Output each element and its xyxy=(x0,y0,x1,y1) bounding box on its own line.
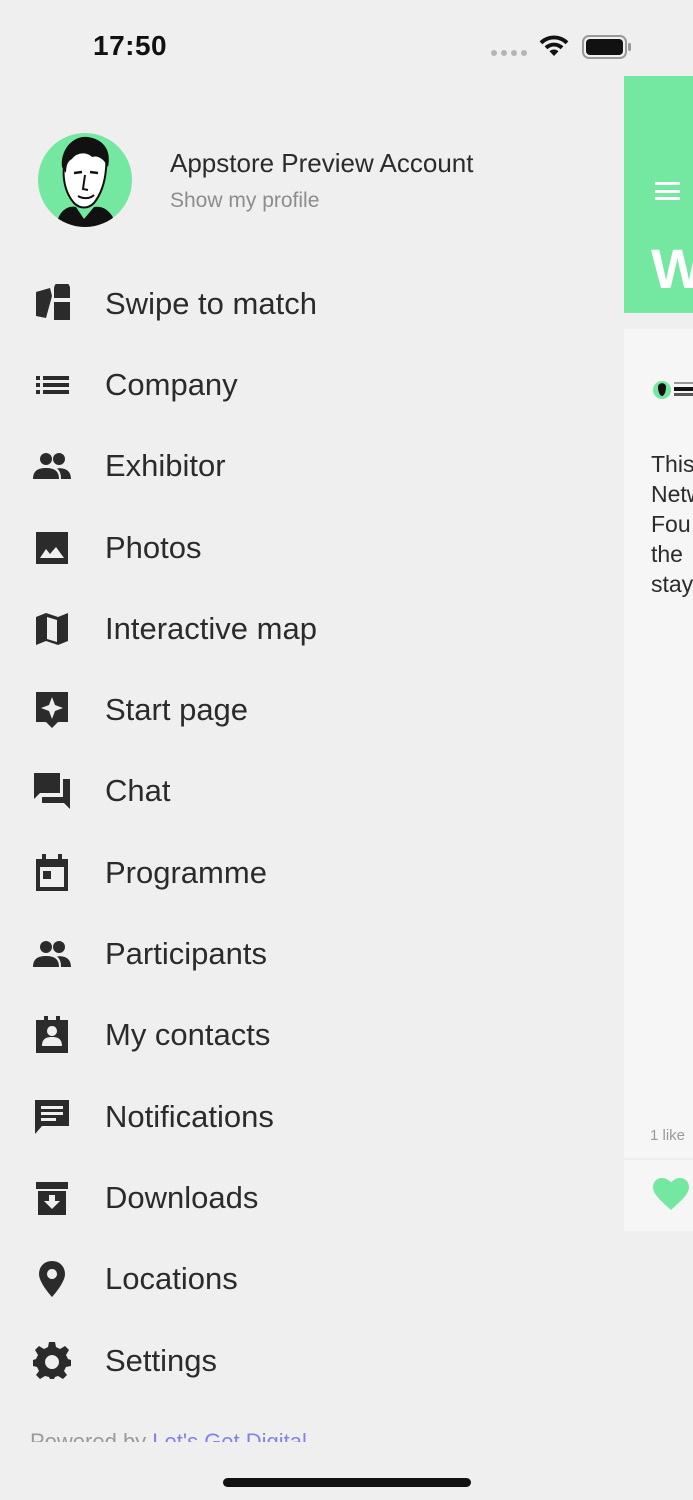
post-text: This Netw Fou the stay xyxy=(651,449,693,599)
powered-by-text: Powered by xyxy=(30,1429,153,1442)
profile-name: Appstore Preview Account xyxy=(170,147,474,178)
battery-icon xyxy=(582,35,631,59)
menu-item-exhibitor[interactable]: Exhibitor xyxy=(0,426,624,507)
menu-item-start-page[interactable]: Start page xyxy=(0,669,624,750)
menu-label: Programme xyxy=(105,854,267,890)
post-card: This Netw Fou the stay 1 like xyxy=(624,329,693,1231)
drawer-menu: Swipe to match Company Exhibitor Photos … xyxy=(0,263,624,1401)
menu-item-programme[interactable]: Programme xyxy=(0,832,624,913)
message-icon xyxy=(31,1096,73,1138)
gear-icon xyxy=(31,1340,73,1382)
calendar-icon xyxy=(31,852,73,894)
menu-label: Company xyxy=(105,366,238,402)
heart-icon[interactable] xyxy=(652,1177,690,1211)
sparkle-icon xyxy=(31,689,73,731)
menu-label: Notifications xyxy=(105,1098,274,1134)
post-text-line: the xyxy=(651,541,683,567)
image-icon xyxy=(31,527,73,569)
swipe-match-icon xyxy=(31,283,73,325)
post-text-line: This xyxy=(651,451,693,477)
menu-label: Swipe to match xyxy=(105,285,317,321)
menu-item-notifications[interactable]: Notifications xyxy=(0,1076,624,1157)
archive-icon xyxy=(31,1177,73,1219)
menu-label: Settings xyxy=(105,1342,218,1378)
like-count: 1 like xyxy=(650,1127,686,1144)
map-icon xyxy=(31,608,73,650)
menu-item-downloads[interactable]: Downloads xyxy=(0,1157,624,1238)
menu-item-chat[interactable]: Chat xyxy=(0,751,624,832)
menu-label: Participants xyxy=(105,936,267,972)
main-header: W xyxy=(624,76,693,313)
menu-label: Start page xyxy=(105,692,249,728)
contact-card-icon xyxy=(31,1014,73,1056)
status-time: 17:50 xyxy=(93,30,168,61)
avatar[interactable] xyxy=(38,133,132,227)
menu-item-interactive-map[interactable]: Interactive map xyxy=(0,588,624,669)
menu-item-participants[interactable]: Participants xyxy=(0,913,624,994)
navigation-drawer: Appstore Preview Account Show my profile… xyxy=(0,76,624,1456)
profile-text: Appstore Preview Account Show my profile xyxy=(170,148,474,213)
menu-item-swipe-to-match[interactable]: Swipe to match xyxy=(0,263,624,344)
divider xyxy=(624,1158,693,1160)
home-indicator[interactable] xyxy=(223,1478,471,1487)
portrait-avatar-icon xyxy=(56,136,116,227)
list-icon xyxy=(31,364,73,406)
menu-item-locations[interactable]: Locations xyxy=(0,1239,624,1320)
menu-label: Exhibitor xyxy=(105,448,226,484)
cellular-signal-icon xyxy=(491,50,527,56)
profile-header[interactable]: Appstore Preview Account Show my profile xyxy=(38,128,618,232)
main-screen-peek[interactable]: W This Netw Fou the stay 1 like xyxy=(624,76,693,1456)
menu-item-my-contacts[interactable]: My contacts xyxy=(0,995,624,1076)
show-profile-link[interactable]: Show my profile xyxy=(170,189,474,213)
menu-label: My contacts xyxy=(105,1017,271,1053)
hamburger-menu-icon[interactable] xyxy=(655,182,680,200)
menu-label: Locations xyxy=(105,1261,238,1297)
wifi-icon xyxy=(539,35,569,56)
menu-label: Downloads xyxy=(105,1179,259,1215)
menu-label: Photos xyxy=(105,529,202,565)
powered-by-link[interactable]: Let's Get Digital xyxy=(152,1429,307,1442)
powered-by-footer: Powered by Let's Get Digital xyxy=(30,1428,307,1442)
menu-label: Interactive map xyxy=(105,610,317,646)
menu-item-photos[interactable]: Photos xyxy=(0,507,624,588)
post-text-line: Fou xyxy=(651,511,691,537)
people-icon xyxy=(31,933,73,975)
main-title: W xyxy=(651,237,693,300)
menu-item-settings[interactable]: Settings xyxy=(0,1320,624,1401)
people-icon xyxy=(31,445,73,487)
post-text-line: stay xyxy=(651,571,693,597)
foundation-logo-icon xyxy=(653,381,693,399)
chat-icon xyxy=(31,770,73,812)
location-pin-icon xyxy=(31,1258,73,1300)
menu-item-company[interactable]: Company xyxy=(0,344,624,425)
post-text-line: Netw xyxy=(651,481,693,507)
menu-label: Chat xyxy=(105,773,171,809)
